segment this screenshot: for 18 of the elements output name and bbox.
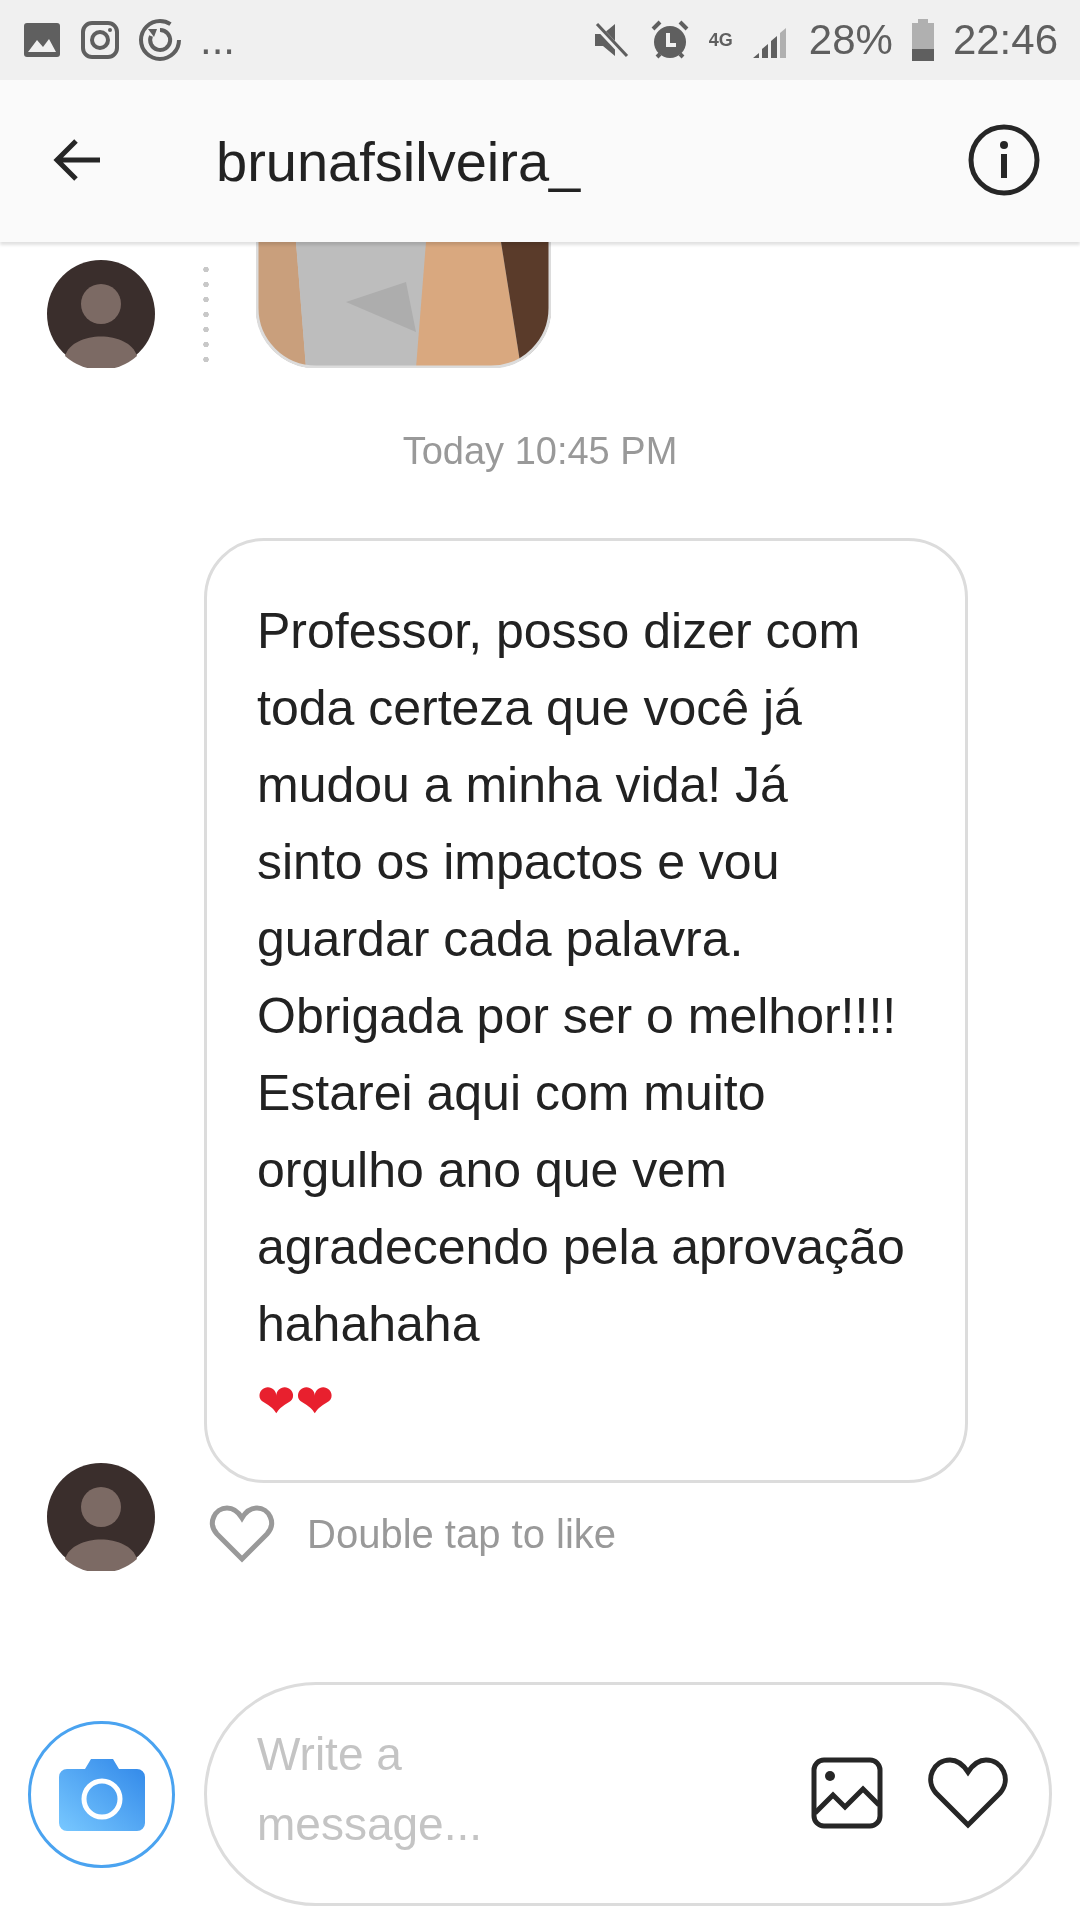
network-type-text: 4G [708, 31, 733, 49]
double-tap-hint: Double tap to like [307, 1511, 617, 1557]
message-input[interactable]: Write a message... [257, 1719, 587, 1869]
gallery-button[interactable] [811, 1756, 883, 1832]
message-field[interactable]: Write a message... [204, 1682, 1052, 1906]
more-notifications-text: ... [200, 16, 235, 64]
message-text: Professor, posso dizer com toda certeza que você já mudou a minha vida! Já sinto os impactos e vou guardar cada palavra. Obrigada por ser o melhor!!!! Estarei aqui com muito orgulho ano que vem agradecendo pela aprovação hahahaha [257, 603, 905, 1352]
camera-icon [58, 1757, 145, 1831]
clock-time: 22:46 [952, 16, 1058, 64]
chat-title: brunafsilveira_ [216, 128, 582, 194]
heart-emoji: ❤❤ [257, 1373, 336, 1430]
battery-icon [910, 19, 935, 61]
heart-icon[interactable] [209, 1505, 275, 1563]
image-icon [22, 20, 62, 60]
refresh-icon [138, 18, 182, 62]
message-timestamp: Today 10:45 PM [401, 430, 679, 474]
camera-icon [80, 20, 120, 60]
battery-percent: 28% [808, 16, 893, 64]
